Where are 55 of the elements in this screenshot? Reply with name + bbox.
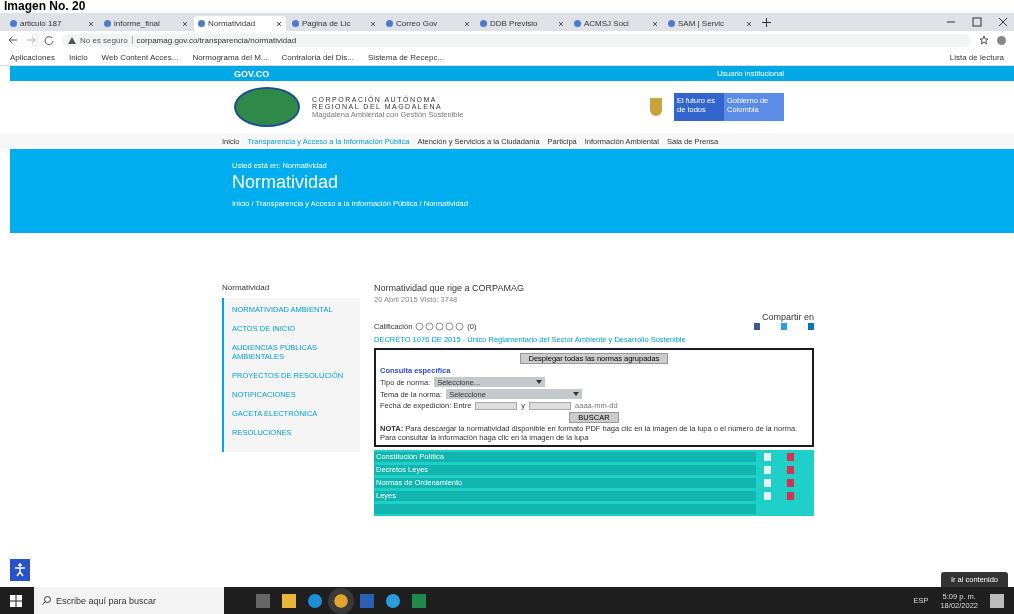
profile-icon[interactable] <box>997 35 1006 45</box>
browser-tab[interactable]: ACMSJ Soci <box>570 16 662 31</box>
taskbar-search-field[interactable]: Escribe aquí para buscar <box>34 587 224 614</box>
dropdown-caret-icon <box>573 392 580 396</box>
browser-tab[interactable]: DDB Previsio <box>476 16 568 31</box>
windows-start-icon[interactable] <box>10 594 22 607</box>
search-icon <box>42 596 51 605</box>
favicon-icon <box>292 20 299 27</box>
maximize-icon[interactable] <box>972 17 982 27</box>
close-tab-icon[interactable] <box>276 20 282 27</box>
warning-icon <box>68 36 76 44</box>
close-tab-icon[interactable] <box>746 20 752 27</box>
favicon-icon <box>198 20 205 27</box>
close-tab-icon[interactable] <box>464 20 470 27</box>
close-tab-icon[interactable] <box>370 20 376 27</box>
reading-list-link[interactable]: Lista de lectura <box>949 52 1004 62</box>
browser-tab[interactable]: informe_final <box>100 16 192 31</box>
close-tab-icon[interactable] <box>182 20 188 27</box>
reload-icon[interactable] <box>44 35 54 45</box>
bookmark-link[interactable]: Sistema de Recepc... <box>368 52 445 62</box>
browser-tab[interactable]: SAM | Servic <box>664 16 756 31</box>
image-caption: Imagen No. 20 <box>3 0 87 13</box>
close-tab-icon[interactable] <box>88 20 94 27</box>
favicon-icon <box>10 20 17 27</box>
share-label: Compartir en <box>761 312 814 322</box>
star-rating[interactable] <box>415 322 465 331</box>
bookmark-link[interactable]: Web Content Acces... <box>101 52 179 62</box>
forward-arrow-icon[interactable] <box>26 35 36 45</box>
browser-tab[interactable]: Pagina de Lic <box>288 16 380 31</box>
dropdown-caret-icon <box>536 380 543 384</box>
back-arrow-icon[interactable] <box>8 35 18 45</box>
bookmark-link[interactable]: Contraloria del Dis... <box>281 52 354 62</box>
address-bar[interactable]: No es seguro corpamag.gov.co/transparencia/normatividad <box>62 33 971 47</box>
date-from-field[interactable] <box>475 401 518 410</box>
favicon-icon <box>104 20 111 27</box>
close-tab-icon[interactable] <box>558 20 564 27</box>
coat-of-arms-icon <box>650 98 662 116</box>
bookmark-link[interactable]: Inicio <box>68 52 88 62</box>
bookmark-link[interactable]: Aplicaciones <box>10 52 55 62</box>
sidebar-title: Normatividad <box>222 283 271 292</box>
favicon-icon <box>386 20 393 27</box>
favicon-icon <box>480 20 487 27</box>
page-title: Normatividad <box>232 172 340 193</box>
logo-drawing <box>234 87 300 127</box>
close-tab-icon[interactable] <box>652 20 658 27</box>
favicon-icon <box>574 20 581 27</box>
browser-tab[interactable]: articulo 187 <box>6 16 98 31</box>
article-title: Normatividad que rige a CORPAMAG <box>374 283 525 293</box>
browser-tab[interactable]: Normatividad <box>194 16 286 31</box>
close-icon[interactable] <box>998 17 1008 27</box>
browser-tab[interactable]: Correo Gov <box>382 16 474 31</box>
accessibility-icon[interactable] <box>10 559 30 581</box>
date-to-field[interactable] <box>529 401 572 410</box>
favicon-icon <box>668 20 675 27</box>
bookmark-link[interactable]: Normograma del M... <box>192 52 268 62</box>
